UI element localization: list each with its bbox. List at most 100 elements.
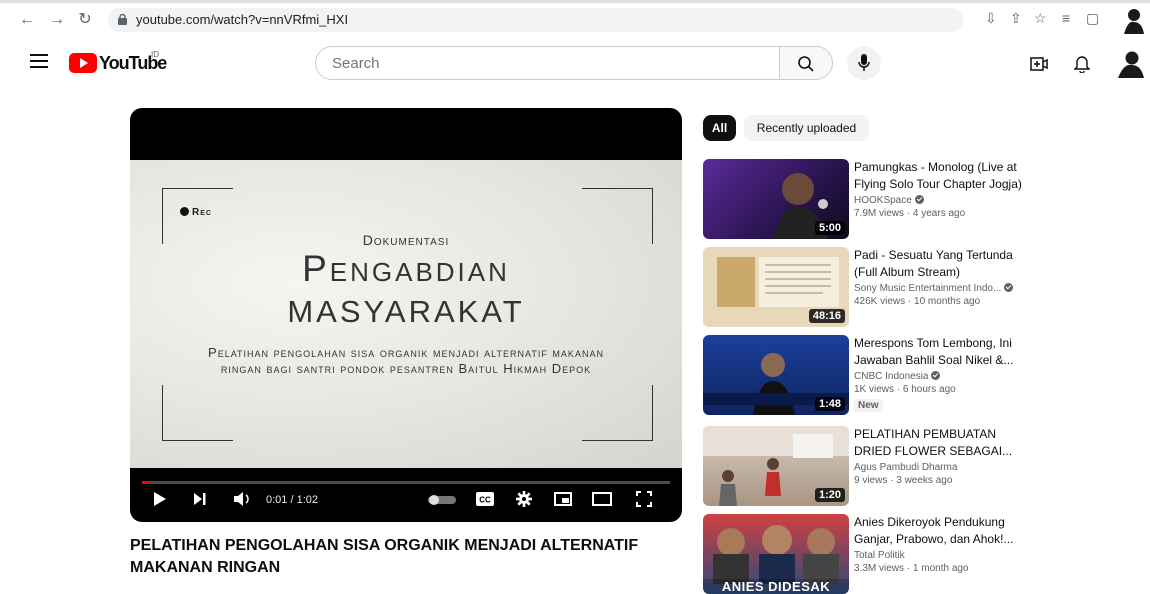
create-video-icon[interactable] bbox=[1030, 56, 1048, 72]
theater-mode-icon[interactable] bbox=[592, 492, 612, 506]
forward-arrow-icon[interactable]: → bbox=[46, 9, 68, 31]
recommendation-title[interactable]: PELATIHAN PEMBUATAN DRIED FLOWER SEBAGAI… bbox=[854, 426, 1034, 460]
video-text-line2: Pengabdian bbox=[302, 248, 510, 289]
search-button[interactable] bbox=[779, 46, 833, 80]
recommendation-meta: Merespons Tom Lembong, Ini Jawaban Bahli… bbox=[854, 335, 1034, 413]
progress-bar[interactable] bbox=[142, 481, 670, 484]
tab-strip-edge bbox=[0, 0, 1150, 3]
video-text-line3: MASYARAKAT bbox=[287, 294, 525, 329]
recommendation-meta: Padi - Sesuatu Yang Tertunda (Full Album… bbox=[854, 247, 1034, 307]
recommendation-meta: PELATIHAN PEMBUATAN DRIED FLOWER SEBAGAI… bbox=[854, 426, 1034, 486]
channel-label: HOOKSpace bbox=[854, 195, 912, 206]
autoplay-toggle-icon[interactable] bbox=[428, 495, 456, 505]
channel-label: Sony Music Entertainment Indo... bbox=[854, 283, 1002, 294]
progress-fill bbox=[142, 481, 151, 484]
share-icon[interactable]: ⇪ bbox=[1010, 10, 1022, 27]
microphone-icon bbox=[858, 54, 870, 71]
video-stats: 1K views · 6 hours ago bbox=[854, 384, 956, 395]
time-display: 0:01 / 1:02 bbox=[266, 494, 318, 506]
duration-badge: 48:16 bbox=[808, 309, 845, 323]
new-badge: New bbox=[854, 399, 883, 412]
thumbnail-overlay-text: ANIES DIDESAK bbox=[703, 579, 849, 594]
chip-all[interactable]: All bbox=[703, 115, 736, 141]
duration-badge: 1:20 bbox=[814, 488, 845, 502]
recommendation-meta: Anies Dikeroyok Pendukung Ganjar, Prabow… bbox=[854, 514, 1034, 574]
video-stats: 9 views · 3 weeks ago bbox=[854, 475, 953, 486]
volume-icon[interactable] bbox=[234, 492, 252, 506]
player-controls: 0:01 / 1:02 CC bbox=[130, 468, 682, 522]
channel-name[interactable]: CNBC Indonesia bbox=[854, 371, 1034, 382]
reload-icon[interactable]: ↻ bbox=[74, 9, 96, 31]
install-app-icon[interactable]: ⇩ bbox=[985, 10, 997, 27]
video-text-line1: Dokumentasi bbox=[362, 232, 450, 248]
recommendation-title[interactable]: Anies Dikeroyok Pendukung Ganjar, Prabow… bbox=[854, 514, 1034, 548]
recommendation-item[interactable]: 5:00 Pamungkas - Monolog (Live at Flying… bbox=[703, 159, 1143, 239]
search-icon bbox=[798, 56, 814, 72]
svg-text:CC: CC bbox=[479, 496, 491, 505]
youtube-header: YouTube ID bbox=[0, 42, 1150, 86]
settings-gear-icon[interactable] bbox=[516, 491, 532, 507]
video-frame[interactable]: Rec Dokumentasi Pengabdian MASYARAKAT Pe… bbox=[130, 160, 682, 468]
channel-name[interactable]: HOOKSpace bbox=[854, 195, 1034, 206]
voice-search-button[interactable] bbox=[847, 46, 881, 80]
recommendation-title[interactable]: Pamungkas - Monolog (Live at Flying Solo… bbox=[854, 159, 1034, 193]
channel-name[interactable]: Sony Music Entertainment Indo... bbox=[854, 283, 1034, 294]
recommendation-title[interactable]: Merespons Tom Lembong, Ini Jawaban Bahli… bbox=[854, 335, 1034, 369]
chip-recently-uploaded[interactable]: Recently uploaded bbox=[744, 115, 869, 141]
video-thumbnail[interactable]: 48:16 bbox=[703, 247, 849, 327]
channel-name[interactable]: Agus Pambudi Dharma bbox=[854, 462, 1034, 473]
verified-check-icon bbox=[931, 371, 941, 380]
recommendation-item[interactable]: 48:16 Padi - Sesuatu Yang Tertunda (Full… bbox=[703, 247, 1143, 327]
rec-dot-icon bbox=[180, 207, 189, 216]
recommendation-item[interactable]: ANIES DIDESAK Anies Dikeroyok Pendukung … bbox=[703, 514, 1143, 594]
video-stats: 426K views · 10 months ago bbox=[854, 296, 981, 307]
rec-label: Rec bbox=[192, 207, 212, 218]
recommendation-item[interactable]: 1:48 Merespons Tom Lembong, Ini Jawaban … bbox=[703, 335, 1143, 415]
rec-indicator: Rec bbox=[180, 207, 212, 218]
recommendation-item[interactable]: 1:20 PELATIHAN PEMBUATAN DRIED FLOWER SE… bbox=[703, 426, 1143, 506]
user-avatar[interactable] bbox=[1118, 50, 1144, 78]
viewfinder-corner bbox=[162, 385, 233, 441]
verified-check-icon bbox=[914, 195, 924, 204]
side-panel-icon[interactable]: ▢ bbox=[1086, 10, 1099, 27]
recommendation-meta: Pamungkas - Monolog (Live at Flying Solo… bbox=[854, 159, 1034, 219]
next-icon[interactable] bbox=[194, 493, 206, 505]
bookmark-star-icon[interactable]: ☆ bbox=[1034, 10, 1047, 27]
channel-label: Total Politik bbox=[854, 550, 905, 561]
video-thumbnail[interactable]: ANIES DIDESAK bbox=[703, 514, 849, 594]
video-title: PELATIHAN PENGOLAHAN SISA ORGANIK MENJAD… bbox=[130, 537, 639, 576]
channel-name[interactable]: Total Politik bbox=[854, 550, 1034, 561]
lock-icon bbox=[118, 14, 127, 25]
video-thumbnail[interactable]: 1:20 bbox=[703, 426, 849, 506]
duration-badge: 1:48 bbox=[814, 397, 845, 411]
channel-label: CNBC Indonesia bbox=[854, 371, 929, 382]
notifications-bell-icon[interactable] bbox=[1074, 54, 1090, 73]
browser-toolbar: ← → ↻ youtube.com/watch?v=nnVRfmi_HXI ⇩ … bbox=[0, 0, 1150, 42]
video-thumbnail[interactable]: 1:48 bbox=[703, 335, 849, 415]
reading-list-icon[interactable]: ≡ bbox=[1062, 10, 1070, 26]
youtube-play-icon bbox=[69, 53, 97, 73]
miniplayer-icon[interactable] bbox=[554, 492, 572, 506]
fullscreen-icon[interactable] bbox=[636, 491, 652, 507]
search-box bbox=[315, 46, 780, 80]
video-thumbnail[interactable]: 5:00 bbox=[703, 159, 849, 239]
play-icon[interactable] bbox=[154, 492, 166, 506]
recommendation-title[interactable]: Padi - Sesuatu Yang Tertunda (Full Album… bbox=[854, 247, 1034, 281]
address-bar[interactable]: youtube.com/watch?v=nnVRfmi_HXI bbox=[108, 8, 963, 32]
search-input[interactable] bbox=[330, 54, 754, 73]
verified-check-icon bbox=[1004, 283, 1014, 292]
back-arrow-icon[interactable]: ← bbox=[16, 9, 38, 31]
channel-label: Agus Pambudi Dharma bbox=[854, 462, 958, 473]
subtitles-cc-icon[interactable]: CC bbox=[476, 492, 494, 506]
video-player[interactable]: Rec Dokumentasi Pengabdian MASYARAKAT Pe… bbox=[130, 108, 682, 522]
duration-badge: 5:00 bbox=[814, 221, 845, 235]
video-stats: 7.9M views · 4 years ago bbox=[854, 208, 966, 219]
video-stats: 3.3M views · 1 month ago bbox=[854, 563, 969, 574]
youtube-logo[interactable]: YouTube ID bbox=[69, 50, 167, 74]
profile-avatar-icon[interactable] bbox=[1122, 8, 1144, 34]
hamburger-menu-icon[interactable] bbox=[30, 54, 48, 68]
video-text-line4: Pelatihan pengolahan sisa organik menjad… bbox=[208, 345, 604, 376]
region-code: ID bbox=[151, 50, 159, 59]
viewfinder-corner bbox=[582, 385, 653, 441]
url-text: youtube.com/watch?v=nnVRfmi_HXI bbox=[136, 12, 349, 27]
